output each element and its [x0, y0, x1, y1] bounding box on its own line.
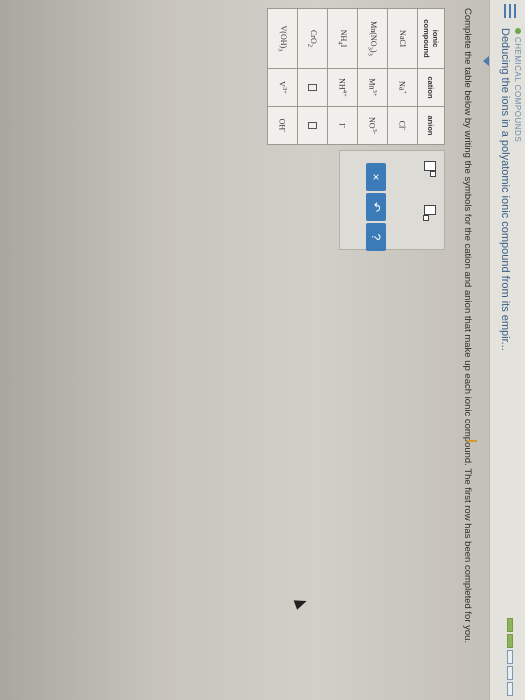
topic-category: CHEMICAL COMPOUNDS — [513, 28, 522, 142]
header-ionic-compound: ionic compound — [417, 8, 445, 69]
question-instructions: Complete the table below by writing the … — [462, 8, 473, 644]
mouse-cursor-icon — [293, 596, 309, 610]
cation-cell[interactable]: NH4+ — [327, 68, 358, 107]
topic-title: Deducing the ions in a polyatomic ionic … — [499, 28, 511, 351]
progress-bar — [507, 618, 513, 696]
topic-category-label: CHEMICAL COMPOUNDS — [513, 37, 522, 143]
undo-button[interactable]: ↶ — [366, 193, 386, 221]
answer-toolbox: × ↶ ? — [339, 150, 445, 251]
header-anion: anion — [417, 106, 445, 145]
pencil-icon — [467, 440, 477, 442]
compound-cell: NH4I — [327, 8, 358, 69]
table-row: CrO2 — [297, 8, 328, 145]
progress-segment — [507, 618, 513, 632]
status-dot-icon — [515, 28, 521, 34]
progress-segment — [507, 666, 513, 680]
cation-answer-input[interactable] — [307, 84, 317, 91]
cation-cell[interactable]: V3+ — [267, 68, 298, 107]
anion-cell[interactable] — [297, 106, 328, 145]
menu-icon[interactable] — [504, 4, 516, 18]
compound-cell: NaCl — [387, 8, 418, 69]
compound-cell: Mn(NO3)3 — [357, 8, 388, 69]
anion-cell: Cl- — [387, 106, 418, 145]
table-row: NaCl Na+ Cl- — [387, 8, 418, 145]
table-row: V(OH)3 V3+ OH- — [267, 8, 298, 145]
superscript-template-button[interactable] — [424, 161, 436, 177]
anion-cell[interactable]: OH- — [267, 106, 298, 145]
header-cation: cation — [417, 68, 445, 107]
progress-segment — [507, 650, 513, 664]
help-button[interactable]: ? — [366, 223, 386, 251]
header-bar: CHEMICAL COMPOUNDS Deducing the ions in … — [489, 0, 525, 700]
clear-button[interactable]: × — [366, 163, 386, 191]
subscript-template-button[interactable] — [423, 205, 436, 221]
table-row: NH4I NH4+ I- — [327, 8, 358, 145]
compound-cell: CrO2 — [297, 8, 328, 69]
ions-table: ionic compound cation anion NaCl Na+ Cl- Mn… — [267, 8, 445, 145]
cation-cell[interactable] — [297, 68, 328, 107]
table-row: Mn(NO3)3 Mn3+ NO3- — [357, 8, 388, 145]
chevron-down-icon[interactable] — [483, 56, 489, 66]
photo-background: CHEMICAL COMPOUNDS Deducing the ions in … — [0, 0, 525, 700]
progress-segment — [507, 634, 513, 648]
cation-cell[interactable]: Mn3+ — [357, 68, 388, 107]
anion-cell[interactable]: NO3- — [357, 106, 388, 145]
anion-answer-input[interactable] — [307, 122, 317, 129]
cation-cell: Na+ — [387, 68, 418, 107]
anion-cell[interactable]: I- — [327, 106, 358, 145]
rotated-screen: CHEMICAL COMPOUNDS Deducing the ions in … — [0, 0, 525, 700]
compound-cell: V(OH)3 — [267, 8, 298, 69]
progress-segment — [507, 682, 513, 696]
